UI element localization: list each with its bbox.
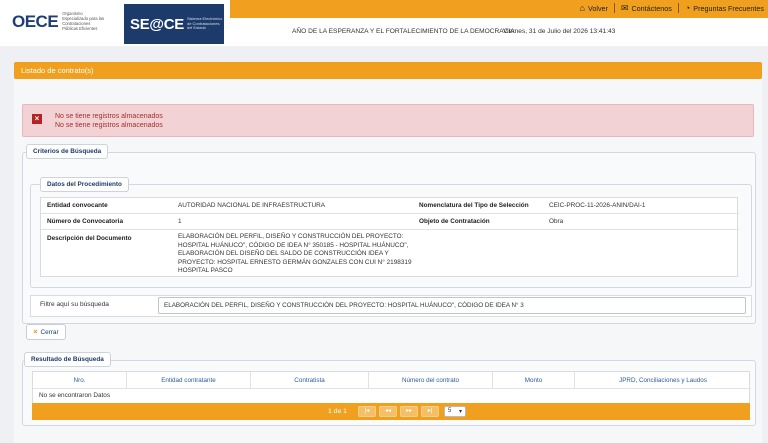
- seace-logo-text: SE@CE: [130, 15, 184, 33]
- column-header[interactable]: Número del contrato: [369, 372, 493, 388]
- column-header[interactable]: Monto: [493, 372, 575, 388]
- descripcion-line: HOSPITAL PASCO: [178, 267, 233, 274]
- seace-logo[interactable]: SE@CE Sistema Electrónico de Contratacio…: [124, 4, 224, 44]
- year-motto: AÑO DE LA ESPERANZA Y EL FORTALECIMIENTO…: [292, 28, 515, 35]
- row-divider: [41, 229, 739, 230]
- nav-separator: [677, 3, 679, 13]
- objeto-label: Objeto de Contratación: [419, 218, 490, 225]
- prev-page-button[interactable]: ◂◂: [379, 406, 397, 417]
- nav-preguntas-link[interactable]: ◔ Preguntas Frecuentes: [684, 2, 764, 13]
- row-divider: [41, 213, 739, 214]
- nomenclatura-value: CEIC-PROC-11-2026-ANIN/DAI-1: [549, 202, 646, 209]
- close-button-label: Cerrar: [40, 328, 59, 336]
- seace-logo-subtitle: Sistema Electrónico de Contrataciones de…: [186, 16, 223, 31]
- descripcion-line: HOSPITAL HUÁNUCO", CÓDIGO DE IDEA N° 350…: [178, 241, 409, 249]
- chevron-down-icon: ▾: [458, 409, 462, 415]
- descripcion-label: Descripción del Documento: [47, 235, 132, 242]
- next-page-button[interactable]: ▸▸: [400, 406, 418, 417]
- column-header[interactable]: JPRD, Conciliaciones y Laudos: [575, 372, 751, 388]
- page-size-value: 5: [448, 408, 452, 414]
- first-page-button[interactable]: |◂: [358, 406, 376, 417]
- entidad-label: Entidad convocante: [47, 202, 108, 209]
- mail-icon: ✉: [620, 2, 629, 13]
- home-icon: ⌂: [579, 2, 585, 13]
- descripcion-line: ELABORACIÓN DEL DISEÑO DEL SALDO DE CONS…: [178, 250, 389, 257]
- nav-volver-label: Volver: [587, 3, 608, 13]
- convocatoria-label: Número de Convocatoria: [47, 218, 123, 225]
- column-header[interactable]: Contratista: [251, 372, 369, 388]
- empty-results-text: No se encontraron Datos: [39, 392, 111, 399]
- filter-search-input[interactable]: ELABORACIÓN DEL PERFIL, DISEÑO Y CONSTRU…: [158, 297, 746, 314]
- tab-criterios-busqueda[interactable]: Criterios de Búsqueda: [26, 144, 109, 159]
- results-table: Nro. Entidad contratante Contratista Núm…: [32, 371, 751, 404]
- objeto-value: Obra: [549, 218, 564, 225]
- top-header: OECE Organismo Especializado para las Co…: [0, 0, 768, 46]
- nav-separator: [613, 3, 615, 13]
- close-icon: ×: [33, 328, 38, 336]
- error-icon: ×: [32, 114, 42, 124]
- oece-logo-text: OECE: [12, 12, 59, 31]
- nav-volver-link[interactable]: ⌂ Volver: [579, 2, 608, 13]
- filter-label: Filtre aquí su búsqueda: [40, 301, 109, 308]
- descripcion-line: PROYECTO: HOSPITAL ERNESTO GERMÁN GONZAL…: [178, 258, 412, 266]
- tab-resultado-busqueda[interactable]: Resultado de Búsqueda: [24, 352, 111, 367]
- nav-contactenos-label: Contáctenos: [631, 3, 672, 13]
- convocatoria-value: 1: [178, 218, 182, 225]
- entidad-value: AUTORIDAD NACIONAL DE INFRAESTRUCTURA: [178, 202, 325, 209]
- nomenclatura-label: Nomenclatura del Tipo de Selección: [419, 202, 529, 209]
- error-alert: × No se tiene registros almacenados No s…: [22, 104, 754, 137]
- last-page-button[interactable]: ▸|: [421, 406, 439, 417]
- descripcion-value: ELABORACIÓN DEL PERFIL, DISEÑO Y CONSTRU…: [178, 233, 412, 276]
- oece-logo-subtitle: Organismo Especializado para las Contrat…: [62, 11, 105, 31]
- column-header[interactable]: Entidad contratante: [127, 372, 251, 388]
- pagination-bar: 1 de 1 |◂ ◂◂ ▸▸ ▸| 5 ▾: [32, 403, 750, 420]
- nav-preguntas-label: Preguntas Frecuentes: [693, 3, 764, 13]
- page-indicator: 1 de 1: [328, 408, 347, 415]
- close-button[interactable]: × Cerrar: [26, 324, 66, 340]
- rss-icon: ◔: [684, 2, 691, 13]
- panel-title: Listado de contrato(s): [14, 62, 762, 79]
- nav-contactenos-link[interactable]: ✉ Contáctenos: [620, 2, 672, 13]
- top-navigation: ⌂ Volver ✉ Contáctenos ◔ Preguntas Frecu…: [580, 3, 764, 13]
- page-size-select[interactable]: 5 ▾: [444, 406, 466, 417]
- current-datetime: Viernes, 31 de Julio del 2026 13:41:43: [503, 28, 616, 35]
- row-divider: [33, 388, 751, 389]
- alert-message: No se tiene registros almacenados: [55, 122, 163, 129]
- oece-logo[interactable]: OECE Organismo Especializado para las Co…: [12, 8, 120, 36]
- tab-datos-procedimiento[interactable]: Datos del Procedimiento: [40, 177, 129, 192]
- column-header[interactable]: Nro.: [33, 372, 127, 388]
- descripcion-line: ELABORACIÓN DEL PERFIL, DISEÑO Y CONSTRU…: [178, 233, 404, 240]
- alert-message: No se tiene registros almacenados: [55, 113, 163, 120]
